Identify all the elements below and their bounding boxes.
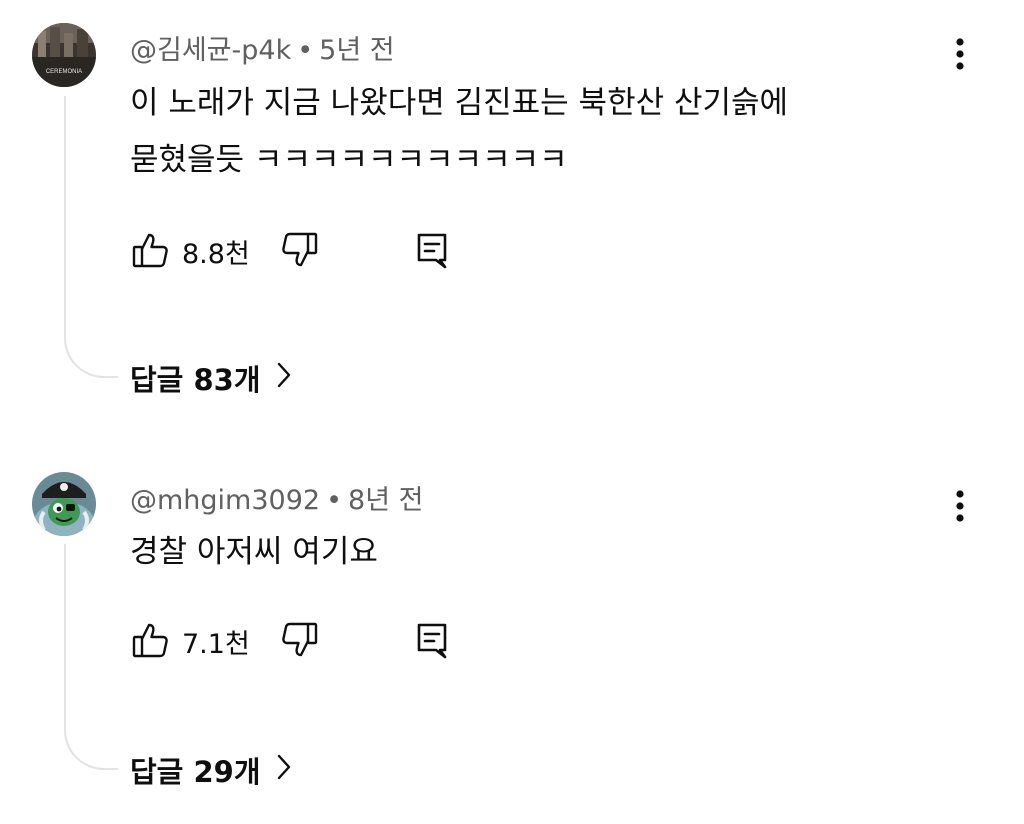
thumbs-up-icon: [132, 623, 168, 658]
more-vertical-icon: [956, 38, 964, 70]
view-replies-button[interactable]: 답글 83개: [130, 357, 291, 399]
chevron-right-icon: [277, 361, 291, 395]
comment-text: 경찰 아저씨 여기요: [130, 524, 910, 581]
comment-item: CEREMONIA @김세균-p4k • 5년 전 이 노래가 지금 나왔다면 김진…: [0, 0, 1024, 420]
comment-actions: 7.1천: [128, 618, 468, 662]
reply-button[interactable]: [410, 228, 454, 272]
comment-actions: 8.8천: [128, 228, 468, 272]
ceremonia-album-avatar-icon: CEREMONIA: [32, 23, 96, 87]
comment-timestamp[interactable]: 5년 전: [319, 35, 394, 66]
like-button[interactable]: [128, 618, 172, 662]
comment-text-line: 경찰 아저씨 여기요: [130, 534, 378, 570]
avatar[interactable]: [32, 472, 96, 536]
more-vertical-icon: [956, 490, 964, 522]
comment-text-line: 묻혔을듯 ㅋㅋㅋㅋㅋㅋㅋㅋㅋㅋㅋ: [130, 142, 568, 178]
comment-timestamp[interactable]: 8년 전: [348, 485, 423, 516]
chevron-right-icon: [277, 753, 291, 787]
thumbs-down-icon: [282, 232, 318, 267]
comment-meta: @mhgim3092 • 8년 전: [130, 478, 423, 517]
view-replies-button[interactable]: 답글 29개: [130, 749, 291, 791]
avatar[interactable]: CEREMONIA: [32, 23, 96, 87]
meta-separator: •: [297, 35, 314, 66]
comment-item: @mhgim3092 • 8년 전 경찰 아저씨 여기요 7.1천 답글 29개: [0, 440, 1024, 824]
avatar-logo-text: CEREMONIA: [46, 69, 82, 75]
thumbs-up-icon: [132, 233, 168, 268]
reply-comment-icon: [417, 233, 447, 269]
like-button[interactable]: [128, 228, 172, 272]
more-options-button[interactable]: [940, 484, 980, 528]
reply-button[interactable]: [410, 618, 454, 662]
replies-count-label: 답글 29개: [130, 755, 261, 789]
comment-meta: @김세균-p4k • 5년 전: [130, 28, 395, 67]
comment-text: 이 노래가 지금 나왔다면 김진표는 북한산 산기슭에 묻혔을듯 ㅋㅋㅋㅋㅋㅋㅋ…: [130, 75, 910, 189]
dislike-button[interactable]: [278, 228, 322, 272]
author-handle[interactable]: @김세균-p4k: [130, 35, 291, 66]
thread-connector-line: [64, 96, 118, 378]
dislike-button[interactable]: [278, 618, 322, 662]
more-options-button[interactable]: [940, 32, 980, 76]
pirate-cartoon-avatar-icon: [32, 472, 96, 536]
thumbs-down-icon: [282, 622, 318, 657]
comment-text-line: 이 노래가 지금 나왔다면 김진표는 북한산 산기슭에: [130, 85, 789, 121]
meta-separator: •: [326, 485, 343, 516]
author-handle[interactable]: @mhgim3092: [130, 485, 320, 516]
thread-connector-line: [64, 544, 118, 770]
replies-count-label: 답글 83개: [130, 363, 261, 397]
reply-comment-icon: [417, 623, 447, 659]
like-count: 7.1천: [182, 629, 250, 660]
like-count: 8.8천: [182, 239, 250, 270]
